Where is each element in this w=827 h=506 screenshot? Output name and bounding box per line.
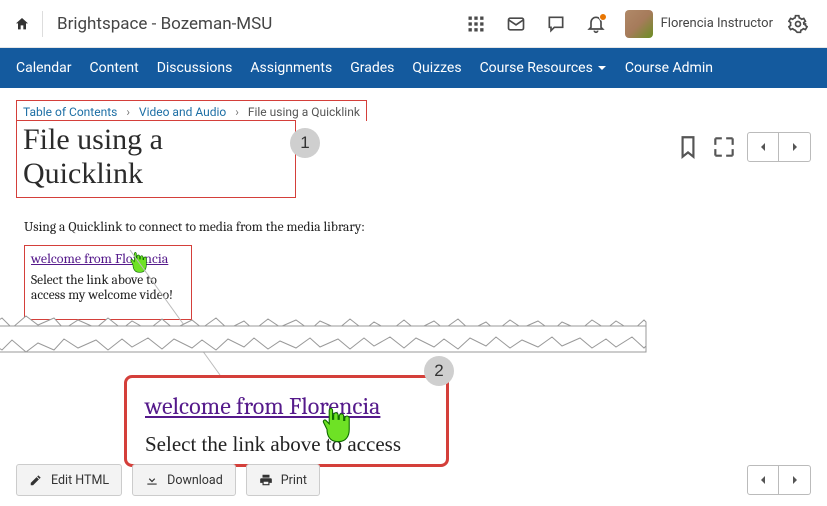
expand-icon[interactable] [711,134,737,160]
content-body: Using a Quicklink to connect to media fr… [16,198,811,341]
chevron-right-icon [790,142,800,152]
printer-icon [259,473,273,487]
breadcrumb: Table of Contents › Video and Audio › Fi… [23,105,360,119]
cursor-pointer-icon-large [318,406,356,446]
title-toolbar [675,132,811,162]
step-badge-1: 1 [290,128,320,158]
page-title: File using a Quicklink [23,123,289,191]
followup-text: Select the link above to access my welco… [31,273,183,303]
pencil-icon [29,473,43,487]
envelope-icon[interactable] [501,9,531,39]
notification-dot [599,13,607,21]
nav-calendar[interactable]: Calendar [16,60,72,76]
quicklink-highlight: welcome from Florencia Select the link a… [24,245,192,320]
nav-course-resources-label: Course Resources [480,60,593,76]
nav-discussions[interactable]: Discussions [157,60,233,76]
download-button[interactable]: Download [132,464,236,496]
download-icon [145,473,159,487]
crumb-toc[interactable]: Table of Contents [23,105,117,119]
intro-text: Using a Quicklink to connect to media fr… [24,220,803,235]
edit-html-button[interactable]: Edit HTML [16,464,122,496]
gear-icon[interactable] [783,9,813,39]
home-icon[interactable] [14,16,30,32]
next-button[interactable] [779,132,811,162]
brand-title[interactable]: Brightspace - Bozeman-MSU [57,14,272,34]
pager-bottom [747,465,811,495]
print-label: Print [281,473,307,488]
user-name[interactable]: Florencia Instructor [661,16,773,31]
download-label: Download [167,473,223,488]
nav-course-admin[interactable]: Course Admin [625,60,713,76]
topbar: Brightspace - Bozeman-MSU Florencia Inst… [0,0,827,48]
breadcrumb-highlight: Table of Contents › Video and Audio › Fi… [16,100,367,121]
divider [42,11,43,37]
pager-top [747,132,811,162]
bookmark-icon[interactable] [675,134,701,160]
avatar[interactable] [625,10,653,38]
nav-assignments[interactable]: Assignments [250,60,332,76]
cursor-pointer-icon [128,251,150,275]
prev-button-bottom[interactable] [747,465,779,495]
speech-bubble-icon[interactable] [541,9,571,39]
navbar: Calendar Content Discussions Assignments… [0,48,827,88]
prev-button[interactable] [747,132,779,162]
step-badge-2: 2 [424,356,454,386]
print-button[interactable]: Print [246,464,320,496]
crumb-current: File using a Quicklink [248,105,360,119]
bell-icon[interactable] [581,9,611,39]
chevron-left-icon [758,142,768,152]
footer-toolbar: Edit HTML Download Print [16,464,811,496]
nav-content[interactable]: Content [90,60,139,76]
signature: -Florencia [24,326,803,341]
zoom-panel: welcome from Florencia Select the link a… [124,375,449,467]
title-highlight: File using a Quicklink [16,120,296,198]
zoom-followup-text: Select the link above to access [145,432,434,457]
chevron-left-icon [758,475,768,485]
chevron-right-icon [790,475,800,485]
app-switcher-icon[interactable] [461,9,491,39]
crumb-video-audio[interactable]: Video and Audio [139,105,226,119]
chevron-down-icon [597,63,607,73]
nav-quizzes[interactable]: Quizzes [412,60,461,76]
edit-html-label: Edit HTML [51,473,109,488]
next-button-bottom[interactable] [779,465,811,495]
nav-course-resources[interactable]: Course Resources [480,60,607,76]
nav-grades[interactable]: Grades [350,60,394,76]
